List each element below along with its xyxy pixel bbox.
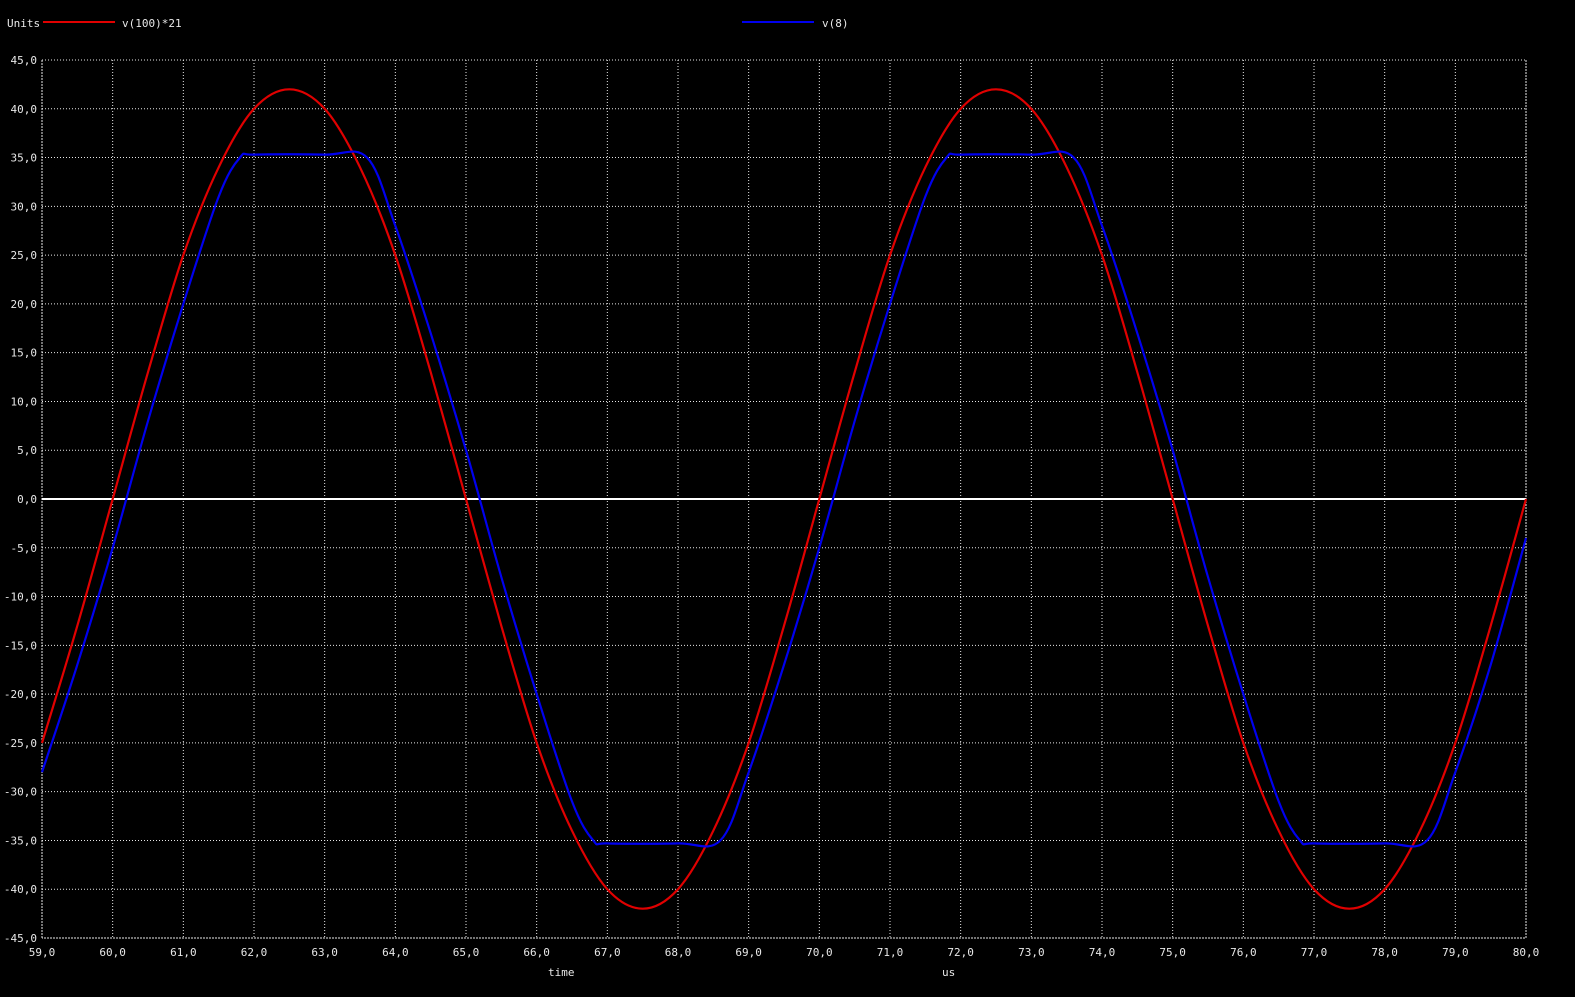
x-tick-label: 63,0 <box>311 946 338 959</box>
y-tick-label: -15,0 <box>4 639 37 652</box>
y-tick-label: -45,0 <box>4 932 37 945</box>
y-tick-label: 40,0 <box>11 103 38 116</box>
y-tick-label: 10,0 <box>11 395 38 408</box>
y-tick-label: -20,0 <box>4 688 37 701</box>
x-tick-label: 68,0 <box>665 946 692 959</box>
y-tick-label: 25,0 <box>11 249 38 262</box>
x-tick-label: 80,0 <box>1513 946 1540 959</box>
y-tick-label: 45,0 <box>11 54 38 67</box>
x-tick-label: 62,0 <box>241 946 268 959</box>
x-tick-label: 75,0 <box>1159 946 1186 959</box>
y-tick-label: -5,0 <box>11 542 38 555</box>
x-tick-label: 76,0 <box>1230 946 1257 959</box>
y-tick-label: -30,0 <box>4 786 37 799</box>
x-tick-label: 69,0 <box>735 946 762 959</box>
legend-label-v8: v(8) <box>822 17 849 30</box>
y-tick-label: 35,0 <box>11 152 38 165</box>
x-tick-label: 79,0 <box>1442 946 1469 959</box>
legend-label-v100: v(100)*21 <box>122 17 182 30</box>
x-tick-label: 78,0 <box>1371 946 1398 959</box>
x-axis-unit: us <box>942 966 955 979</box>
x-tick-label: 61,0 <box>170 946 197 959</box>
y-tick-label: 30,0 <box>11 200 38 213</box>
x-tick-label: 64,0 <box>382 946 409 959</box>
y-tick-label: -35,0 <box>4 834 37 847</box>
x-tick-label: 59,0 <box>29 946 56 959</box>
y-tick-label: 15,0 <box>11 347 38 360</box>
y-tick-label: 5,0 <box>17 444 37 457</box>
y-tick-label: 0,0 <box>17 493 37 506</box>
x-tick-label: 71,0 <box>877 946 904 959</box>
x-tick-label: 66,0 <box>523 946 550 959</box>
y-tick-label: -25,0 <box>4 737 37 750</box>
x-tick-label: 67,0 <box>594 946 621 959</box>
x-tick-label: 65,0 <box>453 946 480 959</box>
x-tick-label: 77,0 <box>1301 946 1328 959</box>
x-tick-label: 74,0 <box>1089 946 1116 959</box>
x-tick-label: 73,0 <box>1018 946 1045 959</box>
y-tick-label: -10,0 <box>4 591 37 604</box>
x-tick-label: 70,0 <box>806 946 833 959</box>
y-tick-label: 20,0 <box>11 298 38 311</box>
y-axis-label: Units <box>7 17 40 30</box>
chart-canvas: 45,0 40,0 35,0 30,0 25,0 20,0 15,0 10,0 5,0 0,0 -5… <box>0 0 1575 997</box>
x-tick-label: 60,0 <box>99 946 126 959</box>
x-axis-label: time <box>548 966 575 979</box>
x-tick-label: 72,0 <box>947 946 974 959</box>
y-tick-label: -40,0 <box>4 883 37 896</box>
